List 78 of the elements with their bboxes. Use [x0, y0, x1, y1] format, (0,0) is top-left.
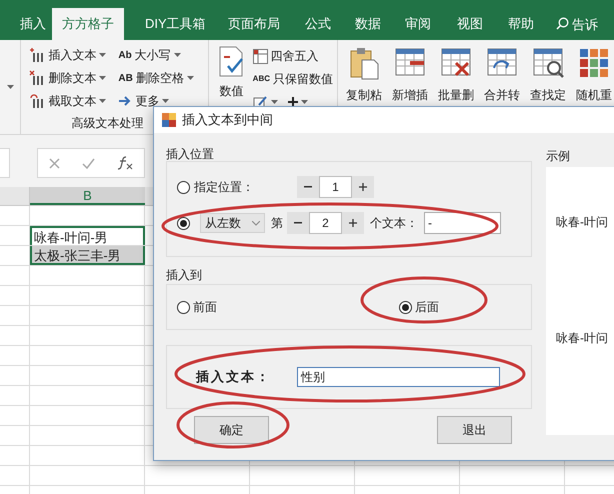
- ribbon-menu-button[interactable]: Ab 大小写: [118, 45, 194, 65]
- caret-icon: [99, 76, 106, 80]
- ribbon-large-button[interactable]: 随机重: [574, 46, 614, 134]
- app-icon: [162, 113, 176, 127]
- ribbon-tab[interactable]: 视图: [447, 8, 493, 40]
- minus-icon: [304, 186, 312, 188]
- option-label: 第: [271, 215, 284, 232]
- caret-icon: [99, 52, 106, 58]
- case-letters-icon: Ab: [118, 48, 132, 62]
- number-field[interactable]: 1: [319, 176, 352, 198]
- plus-icon: [359, 183, 367, 191]
- ribbon-menu-button[interactable]: AB 删除空格: [118, 68, 194, 88]
- letters-icon: ABC: [252, 73, 270, 85]
- ribbon-tab[interactable]: 公式: [295, 8, 341, 40]
- ribbon-tab[interactable]: 数据: [345, 8, 391, 40]
- radio-button[interactable]: [177, 180, 190, 194]
- ribbon-menu-button[interactable]: 截取文本: [29, 91, 106, 111]
- ribbon-menu-button[interactable]: 插入文本: [29, 45, 106, 65]
- ribbon-menu-button[interactable]: ABC 只保留数值: [252, 69, 334, 89]
- group-label: 示例: [546, 148, 571, 165]
- option-label: 个文本：: [370, 215, 419, 232]
- dialog-title: 插入文本到中间: [182, 111, 273, 130]
- ribbon-tab[interactable]: 方方格子: [52, 8, 124, 40]
- radio-button[interactable]: [399, 300, 412, 314]
- example-text: 咏春-叶问: [556, 330, 609, 347]
- decrement-button[interactable]: [297, 176, 319, 198]
- caret-icon: [174, 52, 181, 58]
- ribbon-tab[interactable]: DIY工具箱: [135, 8, 216, 40]
- search-icon[interactable]: [556, 17, 569, 30]
- number-field[interactable]: 2: [309, 212, 342, 234]
- add-dropdown-button[interactable]: [288, 97, 308, 107]
- field-label: 插入文本：: [196, 368, 272, 386]
- text-field[interactable]: 性别: [297, 367, 500, 387]
- tell-me-text[interactable]: 告诉: [572, 15, 598, 34]
- ribbon-menu-button[interactable]: 更多: [118, 91, 194, 111]
- text-bars-icon: [29, 93, 46, 109]
- arrow-right-icon: [118, 95, 132, 107]
- table-cell[interactable]: 太极-张三丰-男: [30, 246, 145, 265]
- increment-button[interactable]: [342, 212, 364, 234]
- caret-icon: [162, 98, 170, 104]
- clipboard-icon: [348, 46, 380, 80]
- ribbon-menu-button[interactable]: 四舍五入: [252, 46, 334, 66]
- dialog-button[interactable]: 退出: [437, 416, 512, 444]
- text-field[interactable]: -: [424, 212, 501, 234]
- ribbon-tab[interactable]: 帮助: [498, 8, 544, 40]
- example-text: 咏春-叶问: [556, 214, 609, 231]
- increment-button[interactable]: [352, 176, 374, 198]
- radio-button[interactable]: [177, 300, 190, 314]
- radio-button[interactable]: [177, 216, 190, 230]
- chevron-down-icon: [252, 220, 260, 226]
- caret-icon: [186, 76, 194, 80]
- check-icon[interactable]: [82, 158, 95, 168]
- table-search-icon: [532, 46, 564, 80]
- option-label: 后面: [415, 299, 439, 316]
- color-grid-icon: [578, 46, 610, 80]
- dialog-button[interactable]: 确定: [194, 416, 269, 444]
- case-letters-icon: AB: [118, 70, 133, 86]
- group-label: 高级文本处理: [71, 115, 144, 132]
- dropdown[interactable]: 从左数: [200, 213, 265, 233]
- group-label: 插入到: [166, 267, 203, 282]
- decrement-button[interactable]: [287, 212, 309, 234]
- document-check-icon: [218, 46, 246, 78]
- function-icon[interactable]: [117, 156, 133, 170]
- text-bars-icon: [29, 70, 46, 86]
- column-header[interactable]: B: [30, 187, 145, 205]
- group-label: 插入位置: [166, 146, 215, 161]
- ribbon-tab[interactable]: 审阅: [395, 8, 441, 40]
- caret-icon: [6, 84, 14, 90]
- ribbon-tab[interactable]: 页面布局: [218, 8, 290, 40]
- caret-icon: [99, 98, 106, 104]
- plus-icon: [349, 219, 357, 227]
- option-label: 指定位置：: [194, 179, 255, 196]
- ribbon-menu-button[interactable]: 删除文本: [29, 68, 106, 88]
- minus-icon: [294, 222, 302, 224]
- text-bars-icon: [29, 47, 46, 63]
- plus-icon: [288, 97, 298, 107]
- option-label: 前面: [193, 299, 217, 316]
- table-cell[interactable]: 咏春-叶问-男: [30, 226, 145, 245]
